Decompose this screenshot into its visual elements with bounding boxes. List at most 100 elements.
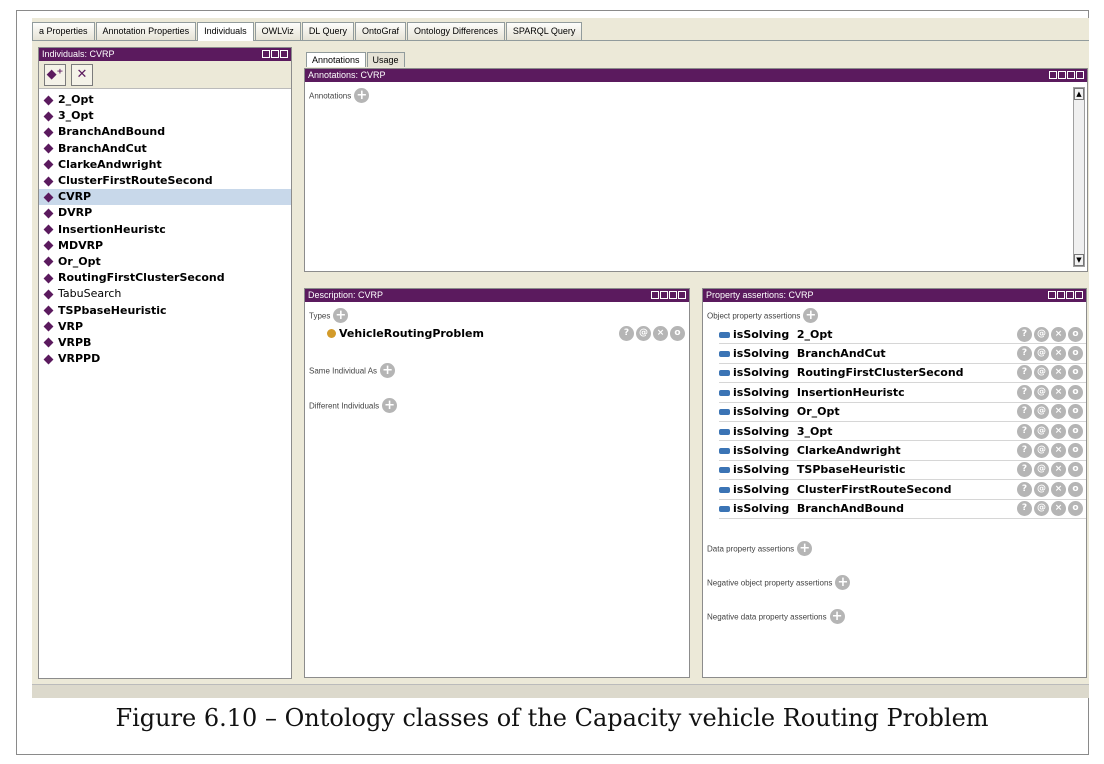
individual-item[interactable]: VRPPD <box>39 351 291 367</box>
explain-icon[interactable]: ? <box>1017 481 1032 497</box>
add-negative-data-property-icon[interactable]: + <box>829 608 845 624</box>
tab-individuals[interactable]: Individuals <box>197 22 254 41</box>
add-same-individual-icon[interactable]: + <box>380 363 396 378</box>
annotate-icon[interactable]: @ <box>1034 423 1049 439</box>
explain-icon[interactable]: ? <box>619 326 634 341</box>
add-data-property-icon[interactable]: + <box>797 540 813 556</box>
individual-item[interactable]: CVRP <box>39 189 291 206</box>
object-property-assertion-row[interactable]: isSolving 2_Opt? @ × o <box>719 325 1086 345</box>
edit-icon[interactable]: o <box>1068 404 1083 420</box>
individual-item[interactable]: BranchAndBound <box>39 124 291 140</box>
annotate-icon[interactable]: @ <box>1034 326 1049 342</box>
individual-item[interactable]: BranchAndCut <box>39 141 291 157</box>
object-property-assertion-row[interactable]: isSolving TSPbaseHeuristic? @ × o <box>719 461 1086 481</box>
tab-owlviz[interactable]: OWLViz <box>254 22 301 40</box>
individual-item[interactable]: ClusterFirstRouteSecond <box>39 173 291 189</box>
delete-individual-icon[interactable]: ✕ <box>71 63 93 86</box>
individual-item[interactable]: 3_Opt <box>39 108 291 124</box>
annotate-icon[interactable]: @ <box>1034 404 1049 420</box>
object-property-assertion-row[interactable]: isSolving ClusterFirstRouteSecond? @ × o <box>719 480 1086 500</box>
delete-icon[interactable]: × <box>1051 443 1066 459</box>
edit-icon[interactable]: o <box>1068 384 1083 400</box>
delete-icon[interactable]: × <box>653 326 668 341</box>
edit-icon[interactable]: o <box>1068 326 1083 342</box>
tab-ontology-differences[interactable]: Ontology Differences <box>407 22 505 40</box>
tab-ontograf[interactable]: OntoGraf <box>355 22 407 40</box>
individual-item[interactable]: VRPB <box>39 335 291 351</box>
delete-icon[interactable]: × <box>1051 481 1066 497</box>
type-row-controls[interactable]: ? @ × o <box>619 326 685 341</box>
type-row[interactable]: VehicleRoutingProblem ? @ × o <box>327 325 685 342</box>
tab-dl-query[interactable]: DL Query <box>301 22 354 40</box>
individual-item[interactable]: TabuSearch <box>39 286 291 302</box>
explain-icon[interactable]: ? <box>1017 423 1032 439</box>
object-property-assertion-row[interactable]: isSolving InsertionHeuristc? @ × o <box>719 383 1086 403</box>
assertion-row-controls[interactable]: ? @ × o <box>1017 423 1083 439</box>
explain-icon[interactable]: ? <box>1017 365 1032 381</box>
explain-icon[interactable]: ? <box>1017 326 1032 342</box>
add-negative-object-property-icon[interactable]: + <box>835 574 851 590</box>
delete-icon[interactable]: × <box>1051 501 1066 517</box>
individual-item[interactable]: TSPbaseHeuristic <box>39 302 291 318</box>
explain-icon[interactable]: ? <box>1017 404 1032 420</box>
delete-icon[interactable]: × <box>1051 365 1066 381</box>
assertion-row-controls[interactable]: ? @ × o <box>1017 462 1083 478</box>
individual-item[interactable]: 2_Opt <box>39 92 291 108</box>
individual-item[interactable]: VRP <box>39 319 291 335</box>
individual-item[interactable]: ClarkeAndwright <box>39 157 291 173</box>
object-property-assertion-row[interactable]: isSolving RoutingFirstClusterSecond? @ × o <box>719 364 1086 384</box>
annotate-icon[interactable]: @ <box>1034 346 1049 362</box>
assertion-row-controls[interactable]: ? @ × o <box>1017 481 1083 497</box>
edit-icon[interactable]: o <box>1068 481 1083 497</box>
object-property-assertion-row[interactable]: isSolving ClarkeAndwright? @ × o <box>719 441 1086 461</box>
panel-controls[interactable] <box>651 291 686 299</box>
tab-data-properties[interactable]: a Properties <box>32 22 95 40</box>
assertion-row-controls[interactable]: ? @ × o <box>1017 365 1083 381</box>
object-property-assertion-row[interactable]: isSolving BranchAndCut? @ × o <box>719 344 1086 364</box>
scrollbar[interactable]: ▲ ▼ <box>1073 87 1085 267</box>
annotate-icon[interactable]: @ <box>1034 462 1049 478</box>
annotate-icon[interactable]: @ <box>1034 365 1049 381</box>
add-different-individual-icon[interactable]: + <box>382 398 398 413</box>
annotate-icon[interactable]: @ <box>636 326 651 341</box>
tab-usage[interactable]: Usage <box>366 52 405 67</box>
explain-icon[interactable]: ? <box>1017 501 1032 517</box>
object-property-assertion-row[interactable]: isSolving BranchAndBound? @ × o <box>719 500 1086 519</box>
individual-item[interactable]: DVRP <box>39 205 291 221</box>
explain-icon[interactable]: ? <box>1017 384 1032 400</box>
panel-controls[interactable] <box>1049 71 1084 79</box>
edit-icon[interactable]: o <box>1068 423 1083 439</box>
panel-controls[interactable] <box>262 50 288 58</box>
assertion-row-controls[interactable]: ? @ × o <box>1017 501 1083 517</box>
individual-item[interactable]: Or_Opt <box>39 254 291 270</box>
individual-item[interactable]: RoutingFirstClusterSecond <box>39 270 291 286</box>
object-property-assertion-row[interactable]: isSolving 3_Opt? @ × o <box>719 422 1086 442</box>
delete-icon[interactable]: × <box>1051 326 1066 342</box>
edit-icon[interactable]: o <box>1068 443 1083 459</box>
delete-icon[interactable]: × <box>1051 423 1066 439</box>
delete-icon[interactable]: × <box>1051 384 1066 400</box>
explain-icon[interactable]: ? <box>1017 443 1032 459</box>
add-object-property-icon[interactable]: + <box>803 308 819 323</box>
panel-controls[interactable] <box>1048 291 1083 299</box>
delete-icon[interactable]: × <box>1051 404 1066 420</box>
assertion-row-controls[interactable]: ? @ × o <box>1017 326 1083 342</box>
scroll-up-icon[interactable]: ▲ <box>1074 88 1084 100</box>
tab-annotations[interactable]: Annotations <box>306 52 366 67</box>
individual-item[interactable]: InsertionHeuristc <box>39 222 291 238</box>
edit-icon[interactable]: o <box>1068 365 1083 381</box>
tab-annotation-properties[interactable]: Annotation Properties <box>95 22 197 40</box>
annotate-icon[interactable]: @ <box>1034 501 1049 517</box>
delete-icon[interactable]: × <box>1051 462 1066 478</box>
scroll-down-icon[interactable]: ▼ <box>1074 254 1084 266</box>
edit-icon[interactable]: o <box>1068 501 1083 517</box>
explain-icon[interactable]: ? <box>1017 462 1032 478</box>
annotate-icon[interactable]: @ <box>1034 443 1049 459</box>
assertion-row-controls[interactable]: ? @ × o <box>1017 384 1083 400</box>
assertion-row-controls[interactable]: ? @ × o <box>1017 404 1083 420</box>
assertion-row-controls[interactable]: ? @ × o <box>1017 443 1083 459</box>
edit-icon[interactable]: o <box>670 326 685 341</box>
object-property-assertion-row[interactable]: isSolving Or_Opt? @ × o <box>719 403 1086 422</box>
edit-icon[interactable]: o <box>1068 346 1083 362</box>
tab-sparql-query[interactable]: SPARQL Query <box>505 22 583 40</box>
